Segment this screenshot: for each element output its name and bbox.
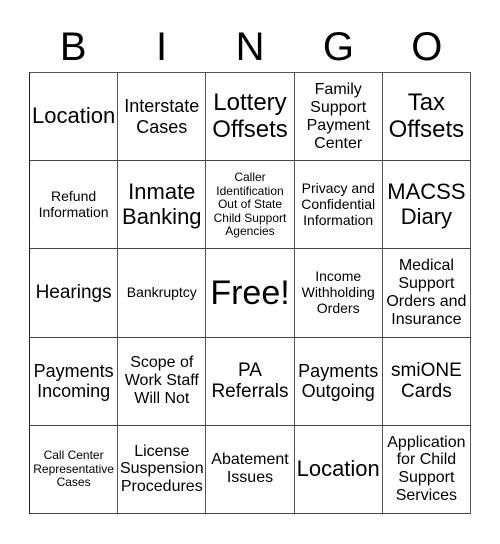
bingo-cell[interactable]: Refund Information — [30, 161, 119, 250]
cell-label: Inmate Banking — [122, 179, 202, 229]
cell-label: Payments Outgoing — [298, 361, 379, 402]
cell-label: Caller Identification Out of State Child… — [213, 170, 287, 238]
cell-label: Location — [296, 456, 380, 482]
cell-label: Scope of Work Staff Will Not — [124, 354, 199, 408]
bingo-cell[interactable]: Tax Offsets — [382, 73, 471, 162]
bingo-cell[interactable]: Income Withholding Orders — [294, 249, 383, 338]
bingo-cell[interactable]: License Suspension Procedures — [118, 425, 207, 514]
bingo-cell[interactable]: Caller Identification Out of State Child… — [206, 161, 295, 250]
bingo-cell[interactable]: Application for Child Support Services — [382, 425, 471, 514]
cell-label: Free! — [210, 273, 290, 312]
cell-label: PA Referrals — [211, 359, 289, 403]
header-letter-b: B — [59, 25, 87, 69]
bingo-cell[interactable]: Privacy and Confidential Information — [294, 161, 383, 250]
cell-label: Income Withholding Orders — [301, 268, 375, 316]
bingo-cell[interactable]: Payments Incoming — [30, 337, 119, 426]
cell-label: Lottery Offsets — [212, 88, 288, 143]
cell-label: Location — [32, 103, 116, 129]
bingo-cell[interactable]: Inmate Banking — [118, 161, 207, 250]
cell-label: Bankruptcy — [126, 284, 197, 301]
free-space-cell[interactable]: Free! — [206, 249, 295, 338]
cell-label: Interstate Cases — [124, 96, 200, 137]
bingo-cell[interactable]: Family Support Payment Center — [294, 73, 383, 162]
header-letter-n: N — [235, 25, 265, 69]
cell-label: Hearings — [35, 282, 112, 304]
cell-label: Call Center Representative Cases — [33, 448, 114, 490]
cell-label: Abatement Issues — [211, 451, 289, 487]
bingo-grid: Location Interstate Cases Lottery Offset… — [29, 72, 471, 514]
cell-label: Family Support Payment Center — [306, 80, 370, 152]
cell-label: Payments Incoming — [33, 361, 114, 402]
cell-label: Privacy and Confidential Information — [301, 180, 376, 228]
bingo-cell[interactable]: Hearings — [30, 249, 119, 338]
bingo-cell[interactable]: Location — [294, 425, 383, 514]
cell-label: Application for Child Support Services — [387, 433, 466, 505]
header-letter-o: O — [411, 25, 443, 69]
bingo-cell[interactable]: Location — [30, 73, 119, 162]
bingo-header: B I N G O — [29, 22, 471, 72]
cell-label: smiONE Cards — [391, 359, 462, 403]
cell-label: MACSS Diary — [387, 179, 466, 229]
bingo-cell[interactable]: Call Center Representative Cases — [30, 425, 119, 514]
cell-label: Refund Information — [38, 188, 109, 220]
cell-label: Tax Offsets — [388, 88, 465, 143]
bingo-cell[interactable]: MACSS Diary — [382, 161, 471, 250]
cell-label: Medical Support Orders and Insurance — [386, 257, 467, 328]
bingo-cell[interactable]: Interstate Cases — [118, 73, 207, 162]
cell-label: License Suspension Procedures — [119, 442, 204, 496]
header-letter-i: I — [156, 25, 168, 69]
header-letter-g: G — [322, 25, 354, 69]
bingo-cell[interactable]: Scope of Work Staff Will Not — [118, 337, 207, 426]
bingo-cell[interactable]: PA Referrals — [206, 337, 295, 426]
bingo-cell[interactable]: smiONE Cards — [382, 337, 471, 426]
bingo-cell[interactable]: Payments Outgoing — [294, 337, 383, 426]
bingo-cell[interactable]: Lottery Offsets — [206, 73, 295, 162]
bingo-cell[interactable]: Medical Support Orders and Insurance — [382, 249, 471, 338]
bingo-cell[interactable]: Bankruptcy — [118, 249, 207, 338]
bingo-cell[interactable]: Abatement Issues — [206, 425, 295, 514]
